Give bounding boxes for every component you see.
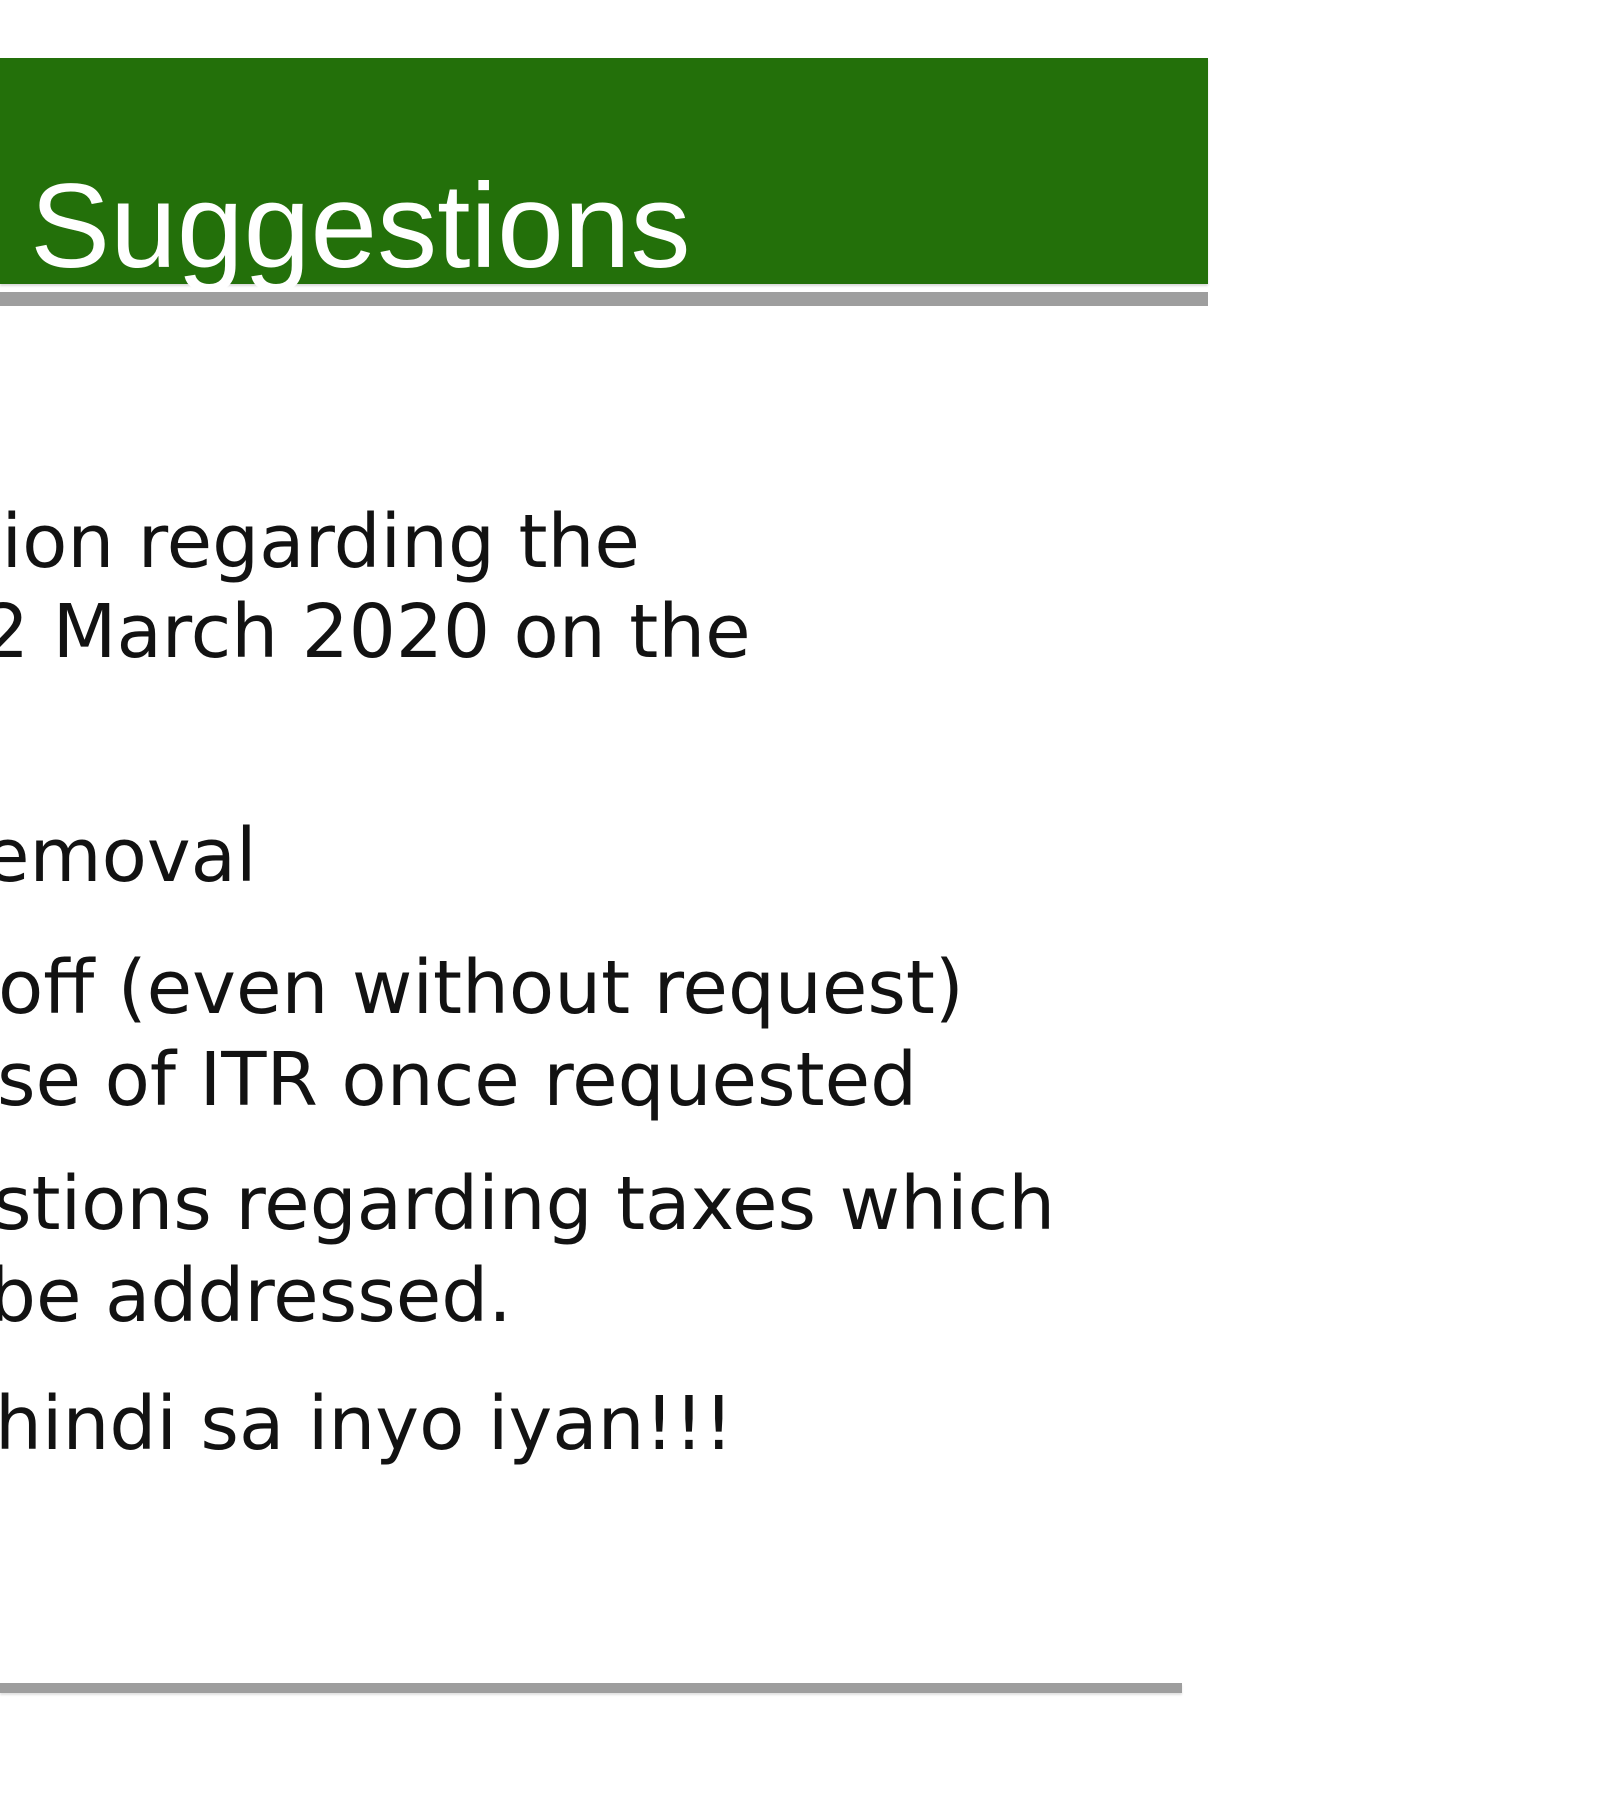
body-line-7: be addressed. [0, 1253, 512, 1339]
body-line-5: se of ITR once requested [0, 1037, 918, 1123]
slide: d Suggestions sion regarding the 2 March… [0, 0, 1600, 1800]
slide-body: sion regarding the 2 March 2020 on the e… [0, 0, 1100, 1700]
body-line-3: emoval [0, 813, 257, 899]
body-line-4: off (even without request) [0, 945, 964, 1031]
body-line-1: sion regarding the [0, 499, 640, 585]
body-line-2: 2 March 2020 on the [0, 589, 751, 675]
body-line-8: hindi sa inyo iyan!!! [0, 1381, 734, 1467]
body-line-6: stions regarding taxes which [0, 1161, 1056, 1247]
footer-divider [0, 1683, 1182, 1693]
